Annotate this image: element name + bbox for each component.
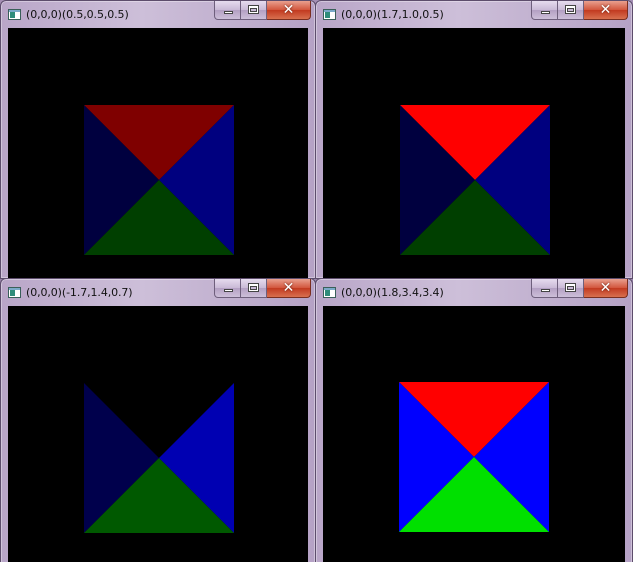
app-window-icon[interactable] [8,287,21,298]
window-title: (0,0,0)(0.5,0.5,0.5) [26,8,129,21]
close-icon: ✕ [599,280,612,296]
caption-buttons: ✕ [531,1,628,20]
maximize-button[interactable] [558,279,584,298]
app-window-icon[interactable] [323,287,336,298]
minimize-button[interactable] [214,1,241,20]
opengl-window-3[interactable]: (0,0,0)(-1.7,1.4,0.7) ✕ [0,278,316,562]
pyramid-render [84,383,234,533]
close-button[interactable]: ✕ [267,279,311,298]
render-viewport[interactable] [8,28,308,278]
minimize-icon [224,11,233,14]
maximize-button[interactable] [558,1,584,20]
caption-buttons: ✕ [214,279,311,298]
maximize-icon [565,283,576,292]
maximize-icon [248,5,259,14]
minimize-button[interactable] [531,279,558,298]
maximize-icon [248,283,259,292]
pyramid-render [84,105,234,255]
close-icon: ✕ [599,2,612,18]
close-icon: ✕ [282,2,295,18]
caption-buttons: ✕ [531,279,628,298]
maximize-button[interactable] [241,1,267,20]
close-button[interactable]: ✕ [267,1,311,20]
minimize-icon [541,11,550,14]
render-viewport[interactable] [323,306,625,562]
title-bar[interactable]: (0,0,0)(1.8,3.4,3.4) ✕ [316,279,632,306]
opengl-window-4[interactable]: (0,0,0)(1.8,3.4,3.4) ✕ [315,278,633,562]
minimize-button[interactable] [214,279,241,298]
close-button[interactable]: ✕ [584,279,628,298]
close-icon: ✕ [282,280,295,296]
maximize-icon [565,5,576,14]
title-bar[interactable]: (0,0,0)(-1.7,1.4,0.7) ✕ [1,279,315,306]
minimize-icon [541,289,550,292]
minimize-icon [224,289,233,292]
close-button[interactable]: ✕ [584,1,628,20]
title-bar[interactable]: (0,0,0)(0.5,0.5,0.5) ✕ [1,1,315,28]
pyramid-render [400,105,550,255]
desktop: (0,0,0)(0.5,0.5,0.5) ✕ (0,0,0)(1.7,1.0,0… [0,0,633,562]
maximize-button[interactable] [241,279,267,298]
window-title: (0,0,0)(-1.7,1.4,0.7) [26,286,133,299]
window-title: (0,0,0)(1.7,1.0,0.5) [341,8,444,21]
opengl-window-2[interactable]: (0,0,0)(1.7,1.0,0.5) ✕ [315,0,633,279]
caption-buttons: ✕ [214,1,311,20]
app-window-icon[interactable] [323,9,336,20]
render-viewport[interactable] [8,306,308,562]
pyramid-render [399,382,549,532]
title-bar[interactable]: (0,0,0)(1.7,1.0,0.5) ✕ [316,1,632,28]
opengl-window-1[interactable]: (0,0,0)(0.5,0.5,0.5) ✕ [0,0,316,279]
render-viewport[interactable] [323,28,625,278]
minimize-button[interactable] [531,1,558,20]
app-window-icon[interactable] [8,9,21,20]
window-title: (0,0,0)(1.8,3.4,3.4) [341,286,444,299]
